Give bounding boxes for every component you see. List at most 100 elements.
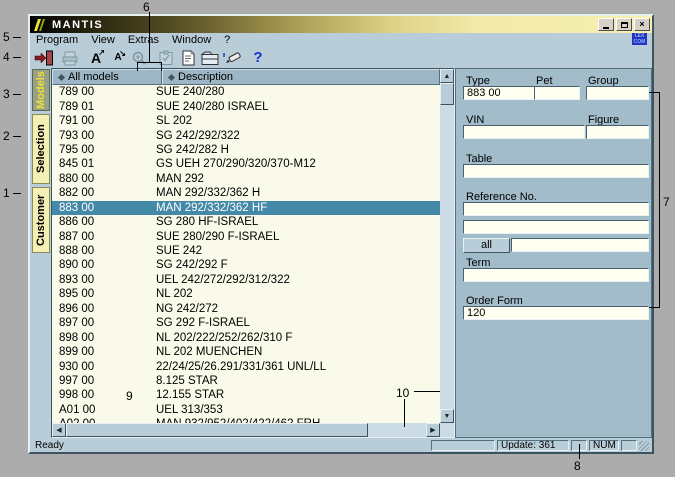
description-cell: SL 202 bbox=[156, 115, 440, 127]
type-field[interactable] bbox=[463, 86, 535, 100]
document-button[interactable] bbox=[177, 48, 199, 67]
table-row[interactable]: 845 01GS UEH 270/290/320/370-M12 bbox=[52, 157, 440, 171]
table-row[interactable]: 888 00SUE 242 bbox=[52, 244, 440, 258]
maximize-button[interactable] bbox=[616, 18, 632, 31]
all-field[interactable] bbox=[511, 238, 649, 252]
sort-diamond-icon bbox=[58, 73, 65, 80]
zoom-button[interactable] bbox=[129, 48, 151, 67]
tab-customer[interactable]: Customer bbox=[32, 187, 50, 253]
table-row[interactable]: 997 008.125 STAR bbox=[52, 374, 440, 388]
font-decrease-button[interactable]: A ↘ bbox=[107, 48, 129, 67]
model-cell: 880 00 bbox=[52, 173, 156, 185]
lexcom-logo: LEX COM bbox=[632, 33, 647, 45]
table-row[interactable]: 883 00MAN 292/332/362 HF bbox=[52, 201, 440, 215]
font-increase-button[interactable]: A ↗ bbox=[85, 48, 107, 67]
scroll-left-button[interactable]: ◀ bbox=[52, 423, 66, 437]
table-row[interactable]: 887 00SUE 280/290 F-ISRAEL bbox=[52, 229, 440, 243]
callout-line bbox=[13, 57, 21, 58]
table-row[interactable]: A01 00UEL 313/353 bbox=[52, 403, 440, 417]
table-row[interactable]: 789 00SUE 240/280 bbox=[52, 85, 440, 99]
model-cell: 791 00 bbox=[52, 115, 156, 127]
table-row[interactable]: 882 00MAN 292/332/362 H bbox=[52, 186, 440, 200]
column-header-description[interactable]: Description bbox=[162, 69, 440, 85]
model-cell: 930 00 bbox=[52, 361, 156, 373]
table-row[interactable]: 930 0022/24/25/26.291/331/361 UNL/LL bbox=[52, 359, 440, 373]
model-cell: 997 00 bbox=[52, 375, 156, 387]
resize-grip[interactable] bbox=[639, 441, 649, 451]
table-row[interactable]: 793 00SG 242/292/322 bbox=[52, 128, 440, 142]
table-row[interactable]: 791 00SL 202 bbox=[52, 114, 440, 128]
vin-field[interactable] bbox=[463, 125, 585, 139]
table-row[interactable]: 893 00UEL 242/272/292/312/322 bbox=[52, 273, 440, 287]
callout-7: 7 bbox=[663, 195, 670, 209]
model-cell: 845 01 bbox=[52, 158, 156, 170]
table-row[interactable]: 998 0012.155 STAR bbox=[52, 388, 440, 402]
model-cell: 887 00 bbox=[52, 231, 156, 243]
tab-models-label: Models bbox=[35, 71, 47, 109]
clipboard-button[interactable] bbox=[155, 48, 177, 67]
scroll-right-button[interactable]: ▶ bbox=[426, 423, 440, 437]
callout-line bbox=[161, 62, 162, 71]
description-cell: SUE 280/290 F-ISRAEL bbox=[156, 231, 440, 243]
column-header-all-models-label: All models bbox=[68, 71, 119, 83]
table-row[interactable]: 795 00SG 242/282 H bbox=[52, 143, 440, 157]
description-cell: GS UEH 270/290/320/370-M12 bbox=[156, 158, 440, 170]
reference-no-field-2[interactable] bbox=[463, 220, 649, 234]
vertical-scrollbar[interactable]: ▲ ▼ bbox=[440, 69, 454, 423]
menu-item-view[interactable]: View bbox=[91, 34, 115, 46]
exit-button[interactable] bbox=[33, 48, 55, 67]
reference-no-field[interactable] bbox=[463, 202, 649, 216]
table-row[interactable]: 897 00SG 292 F-ISRAEL bbox=[52, 316, 440, 330]
pen-button[interactable] bbox=[221, 48, 243, 67]
menu-item-program[interactable]: Program bbox=[36, 34, 78, 46]
table-field[interactable] bbox=[463, 164, 649, 178]
model-list: All models Description 789 00SUE 240/280… bbox=[51, 68, 455, 438]
minimize-button[interactable] bbox=[598, 18, 614, 31]
pet-field[interactable] bbox=[534, 86, 580, 100]
description-cell: NL 202/222/252/262/310 F bbox=[156, 332, 440, 344]
order-form-field[interactable] bbox=[463, 306, 649, 320]
callout-4: 4 bbox=[3, 50, 10, 64]
print-button[interactable] bbox=[59, 48, 81, 67]
horizontal-scrollbar[interactable]: ◀ ▶ bbox=[52, 423, 440, 437]
table-row[interactable]: 789 01SUE 240/280 ISRAEL bbox=[52, 99, 440, 113]
table-row[interactable]: 880 00MAN 292 bbox=[52, 172, 440, 186]
horizontal-scroll-thumb[interactable] bbox=[66, 423, 368, 437]
table-row[interactable]: 886 00SG 280 HF-ISRAEL bbox=[52, 215, 440, 229]
table-row[interactable]: 899 00NL 202 MUENCHEN bbox=[52, 345, 440, 359]
menu-item-extras[interactable]: Extras bbox=[128, 34, 159, 46]
term-field[interactable] bbox=[463, 268, 649, 282]
description-cell: SUE 242 bbox=[156, 245, 440, 257]
menu-item-window[interactable]: Window bbox=[172, 34, 211, 46]
description-cell: MAN 292/332/362 H bbox=[156, 187, 440, 199]
description-cell: SG 242/292 F bbox=[156, 259, 440, 271]
scroll-down-button[interactable]: ▼ bbox=[440, 409, 454, 423]
callout-line bbox=[137, 62, 162, 63]
horizontal-scroll-track[interactable] bbox=[368, 423, 426, 437]
card-index-button[interactable] bbox=[199, 48, 221, 67]
description-cell: SG 242/282 H bbox=[156, 144, 440, 156]
group-field[interactable] bbox=[586, 86, 649, 100]
all-button[interactable]: all bbox=[463, 238, 510, 253]
close-button[interactable]: × bbox=[634, 18, 650, 31]
tab-selection[interactable]: Selection bbox=[32, 114, 50, 184]
help-button[interactable]: ? bbox=[247, 48, 269, 67]
figure-field[interactable] bbox=[586, 125, 649, 139]
sort-diamond-icon bbox=[168, 73, 175, 80]
table-row[interactable]: 898 00NL 202/222/252/262/310 F bbox=[52, 330, 440, 344]
close-icon: × bbox=[639, 20, 644, 29]
table-row[interactable]: 895 00NL 202 bbox=[52, 287, 440, 301]
description-cell: SG 292 F-ISRAEL bbox=[156, 317, 440, 329]
model-cell: A01 00 bbox=[52, 404, 156, 416]
column-header-all-models[interactable]: All models bbox=[52, 69, 162, 85]
table-row[interactable]: 890 00SG 242/292 F bbox=[52, 258, 440, 272]
tab-models[interactable]: Models bbox=[32, 69, 50, 111]
callout-line bbox=[13, 94, 21, 95]
callout-9: 9 bbox=[126, 389, 133, 403]
table-row[interactable]: 896 00NG 242/272 bbox=[52, 302, 440, 316]
model-cell: 893 00 bbox=[52, 274, 156, 286]
scroll-up-button[interactable]: ▲ bbox=[440, 69, 454, 83]
callout-line bbox=[13, 37, 21, 38]
vertical-scroll-thumb[interactable] bbox=[440, 83, 454, 105]
menu-item-help[interactable]: ? bbox=[224, 34, 230, 46]
